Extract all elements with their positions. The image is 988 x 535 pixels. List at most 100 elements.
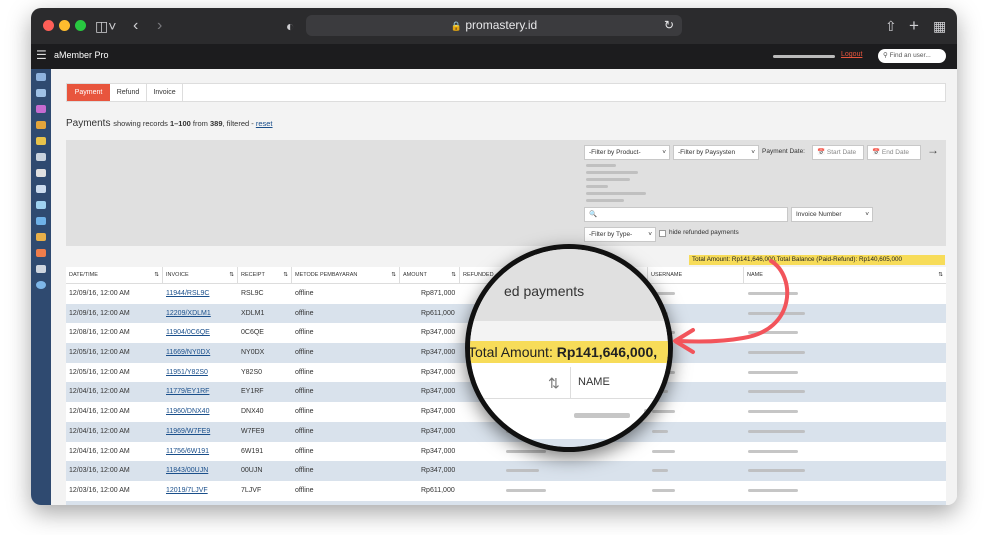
table-row[interactable]: 12/03/16, 12:00 AM11463/5QB265QB26offlin… <box>66 501 946 505</box>
redacted-cell <box>652 450 675 453</box>
cell-invoice[interactable]: 11669/NY0DX <box>166 343 210 363</box>
cell-receipt: Y82S0 <box>241 363 262 383</box>
redacted-cell <box>748 410 798 413</box>
tab-overview-icon[interactable]: ▦ <box>933 16 946 36</box>
integrations-icon[interactable] <box>36 249 46 257</box>
magnified-header: ⇅ NAME <box>466 367 673 399</box>
tab-refund[interactable]: Refund <box>110 84 147 101</box>
redacted-cell <box>748 489 798 492</box>
cell-amount: Rp347,000 <box>421 501 455 505</box>
table-row[interactable]: 12/03/16, 12:00 AM11843/00UJN00UJNofflin… <box>66 461 946 481</box>
type-filter[interactable]: -Filter by Type-˅ <box>584 227 656 242</box>
users-icon[interactable] <box>36 89 46 97</box>
cell-invoice[interactable]: 11463/5QB26 <box>166 501 209 505</box>
browser-window: ◫˅ ‹ › ◐ 🔒 promastery.id ↻ ⇧ + ▦ ☰ aMemb… <box>31 8 957 505</box>
col-payment-method[interactable]: METODE PEMBAYARAN⇅ <box>292 267 400 284</box>
end-date-input[interactable]: 📅 End Date <box>867 145 921 160</box>
magnified-name-header: NAME <box>578 376 610 388</box>
reports-icon[interactable] <box>36 105 46 113</box>
edit-icon[interactable] <box>36 201 46 209</box>
reset-link[interactable]: reset <box>256 119 273 128</box>
cell-amount: Rp611,000 <box>421 304 455 324</box>
cell-receipt: 0C6QE <box>241 323 264 343</box>
cell-amount: Rp347,000 <box>421 402 455 422</box>
cell-invoice[interactable]: 11779/EY1RF <box>166 382 209 402</box>
reload-icon[interactable]: ↻ <box>664 15 674 36</box>
cell-receipt: 6W191 <box>241 442 263 462</box>
tab-invoice[interactable]: Invoice <box>147 84 183 101</box>
invoice-number-select[interactable]: Invoice Number˅ <box>791 207 873 222</box>
cell-date: 12/05/16, 12:00 AM <box>69 343 130 363</box>
hide-refunded-checkbox[interactable] <box>659 230 666 237</box>
share-icon[interactable]: ⇧ <box>885 16 897 36</box>
minimize-window-button[interactable] <box>59 20 70 31</box>
cell-invoice[interactable]: 12209/XDLM1 <box>166 304 211 324</box>
cell-invoice[interactable]: 11904/0C6QE <box>166 323 210 343</box>
back-icon[interactable]: ‹ <box>133 16 138 36</box>
dashboard-icon[interactable] <box>36 73 46 81</box>
messages-icon[interactable] <box>36 217 46 225</box>
sidebar-toggle-icon[interactable]: ◫˅ <box>95 16 116 36</box>
help-icon[interactable] <box>36 281 46 289</box>
new-tab-icon[interactable]: + <box>909 16 919 36</box>
col-invoice[interactable]: INVOICE⇅ <box>163 267 238 284</box>
cell-invoice[interactable]: 11969/W7FE9 <box>166 422 210 442</box>
col-amount[interactable]: AMOUNT⇅ <box>400 267 460 284</box>
col-datetime[interactable]: DATE/TIME⇅ <box>66 267 163 284</box>
paysystem-filter[interactable]: -Filter by Paysysten˅ <box>673 145 759 160</box>
cell-date: 12/04/16, 12:00 AM <box>69 422 130 442</box>
cell-invoice[interactable]: 11960/DNX40 <box>166 402 209 422</box>
table-row[interactable]: 12/03/16, 12:00 AM12019/7LJVF7LJVFofflin… <box>66 481 946 501</box>
magnified-gap <box>466 321 673 341</box>
logout-link[interactable]: Logout <box>841 51 862 58</box>
magnified-row <box>466 399 673 439</box>
redacted-cell <box>748 390 805 393</box>
redacted-cell <box>748 351 805 354</box>
tab-payment[interactable]: Payment <box>67 84 110 101</box>
cell-method: offline <box>295 304 314 324</box>
cell-date: 12/04/16, 12:00 AM <box>69 442 130 462</box>
payment-tabs: Payment Refund Invoice <box>66 83 946 102</box>
cell-amount: Rp347,000 <box>421 442 455 462</box>
affiliates-icon[interactable] <box>36 185 46 193</box>
cell-invoice[interactable]: 11951/Y82S0 <box>166 363 208 383</box>
redacted-cell <box>748 292 798 295</box>
cell-invoice[interactable]: 11756/6W191 <box>166 442 209 462</box>
product-filter[interactable]: -Filter by Product-˅ <box>584 145 670 160</box>
search-icon: ⚲ <box>883 52 888 59</box>
records-summary: showing records 1–100 from 389, filtered… <box>113 119 272 128</box>
cell-invoice[interactable]: 11843/00UJN <box>166 461 208 481</box>
address-bar[interactable]: 🔒 promastery.id ↻ <box>306 15 682 36</box>
invoice-search-input[interactable]: 🔍 <box>584 207 788 222</box>
configuration-icon[interactable] <box>36 153 46 161</box>
redacted-cell <box>652 469 668 472</box>
utilities-icon[interactable] <box>36 265 46 273</box>
menu-icon[interactable]: ☰ <box>36 48 47 62</box>
zoom-window-button[interactable] <box>75 20 86 31</box>
apply-filter-arrow-icon[interactable]: → <box>927 143 939 157</box>
cell-receipt: 7LJVF <box>241 481 261 501</box>
close-window-button[interactable] <box>43 20 54 31</box>
cell-invoice[interactable]: 11944/RSL9C <box>166 284 209 304</box>
redacted-cell <box>748 430 805 433</box>
start-date-input[interactable]: 📅 Start Date <box>812 145 864 160</box>
redacted-cell <box>506 450 546 453</box>
col-receipt[interactable]: RECEIPT⇅ <box>238 267 292 284</box>
redacted-cell <box>748 331 798 334</box>
cell-invoice[interactable]: 12019/7LJVF <box>166 481 208 501</box>
redacted-cell <box>748 450 798 453</box>
cell-receipt: W7FE9 <box>241 422 264 442</box>
privacy-shield-icon[interactable]: ◐ <box>286 16 294 36</box>
protect-content-icon[interactable] <box>36 137 46 145</box>
products-icon[interactable] <box>36 121 46 129</box>
forward-icon[interactable]: › <box>157 16 162 36</box>
redacted-cell <box>652 489 675 492</box>
user-search-input[interactable]: ⚲ Find an user... <box>878 49 946 63</box>
cell-amount: Rp347,000 <box>421 363 455 383</box>
cell-method: offline <box>295 284 314 304</box>
col-name[interactable]: NAME⇅ <box>744 267 946 284</box>
product-options-list[interactable] <box>584 162 664 202</box>
helpdesk-icon[interactable] <box>36 233 46 241</box>
shopping-cart-icon[interactable] <box>36 169 46 177</box>
cell-date: 12/08/16, 12:00 AM <box>69 323 130 343</box>
